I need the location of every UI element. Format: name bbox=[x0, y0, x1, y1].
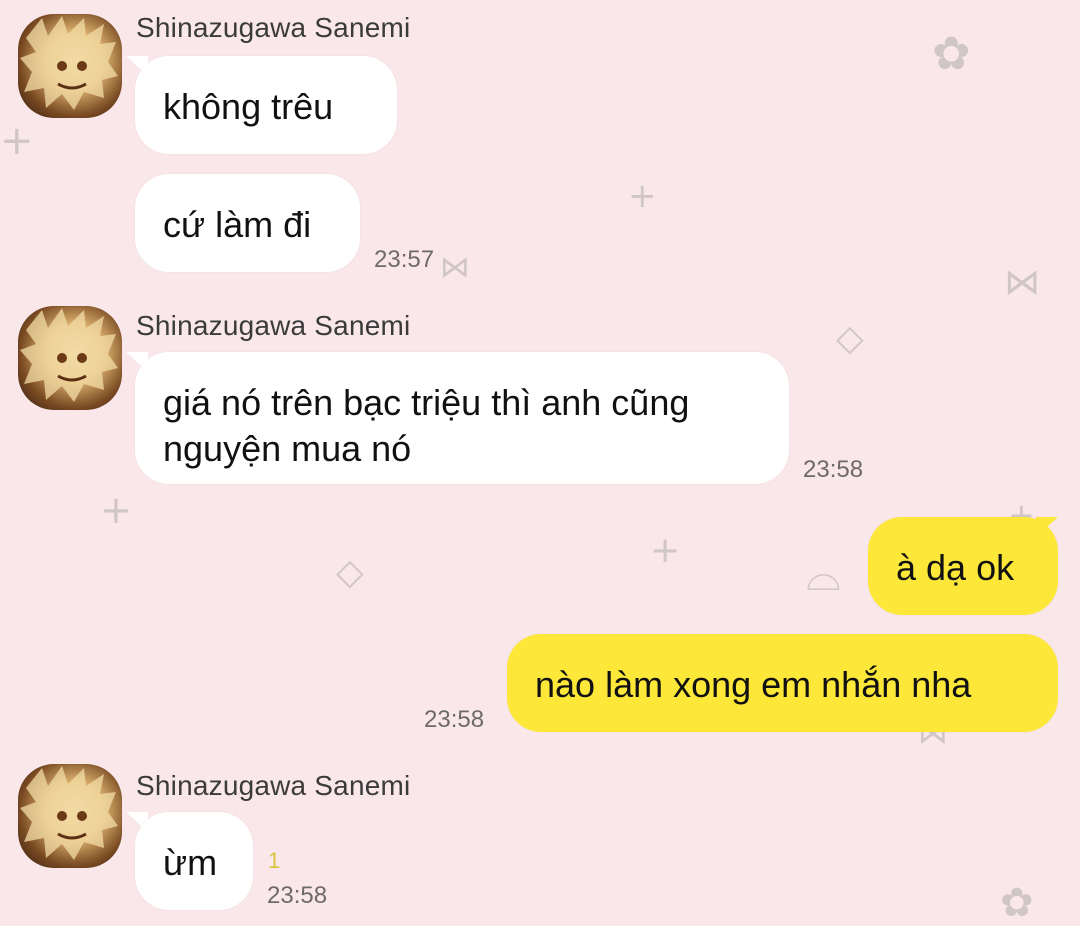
message-timestamp: 23:58 bbox=[424, 706, 485, 733]
message-text: nào làm xong em nhắn nha bbox=[535, 664, 972, 705]
sender-name: Shinazugawa Sanemi bbox=[136, 310, 411, 341]
message-text: không trêu bbox=[163, 86, 334, 127]
plus-doodle-icon: + bbox=[0, 118, 34, 164]
unread-count: 1 bbox=[268, 848, 281, 873]
sender-name: Shinazugawa Sanemi bbox=[136, 12, 411, 43]
message-timestamp: 23:58 bbox=[803, 456, 864, 483]
message-bubble[interactable]: à dạ ok bbox=[868, 517, 1058, 615]
sparkle-doodle-icon: ◇ bbox=[836, 318, 864, 359]
plus-doodle-icon: + bbox=[628, 176, 657, 216]
message-text: ừm bbox=[163, 842, 218, 883]
flower-doodle-icon: ✿ bbox=[932, 26, 971, 80]
bow-doodle-icon: ⋈ bbox=[1004, 262, 1040, 303]
message-timestamp: 23:57 bbox=[374, 246, 435, 273]
plus-doodle-icon: + bbox=[100, 488, 132, 532]
avatar[interactable] bbox=[18, 14, 122, 118]
flower-doodle-icon: ✿ bbox=[1000, 880, 1034, 926]
message-bubble[interactable]: ừm bbox=[135, 812, 253, 910]
avatar[interactable] bbox=[18, 764, 122, 868]
message-bubble[interactable]: cứ làm đi bbox=[135, 174, 360, 272]
sparkle-doodle-icon: ◇ bbox=[336, 552, 364, 593]
message-bubble[interactable]: không trêu bbox=[135, 56, 397, 154]
message-timestamp: 23:58 bbox=[267, 882, 328, 909]
message-text: cứ làm đi bbox=[163, 204, 312, 245]
message-bubble[interactable]: giá nó trên bạc triệu thì anh cũng nguyệ… bbox=[135, 352, 789, 484]
message-text: giá nó trên bạc triệu thì anh cũng nguyệ… bbox=[163, 382, 690, 469]
message-text: à dạ ok bbox=[896, 547, 1015, 588]
bow-doodle-icon: ⋈ bbox=[440, 250, 470, 285]
avatar[interactable] bbox=[18, 306, 122, 410]
cat-doodle-icon: ⌓ bbox=[806, 550, 841, 601]
plus-doodle-icon: + bbox=[650, 530, 681, 571]
sender-name: Shinazugawa Sanemi bbox=[136, 770, 411, 801]
message-bubble[interactable]: nào làm xong em nhắn nha bbox=[507, 634, 1058, 732]
